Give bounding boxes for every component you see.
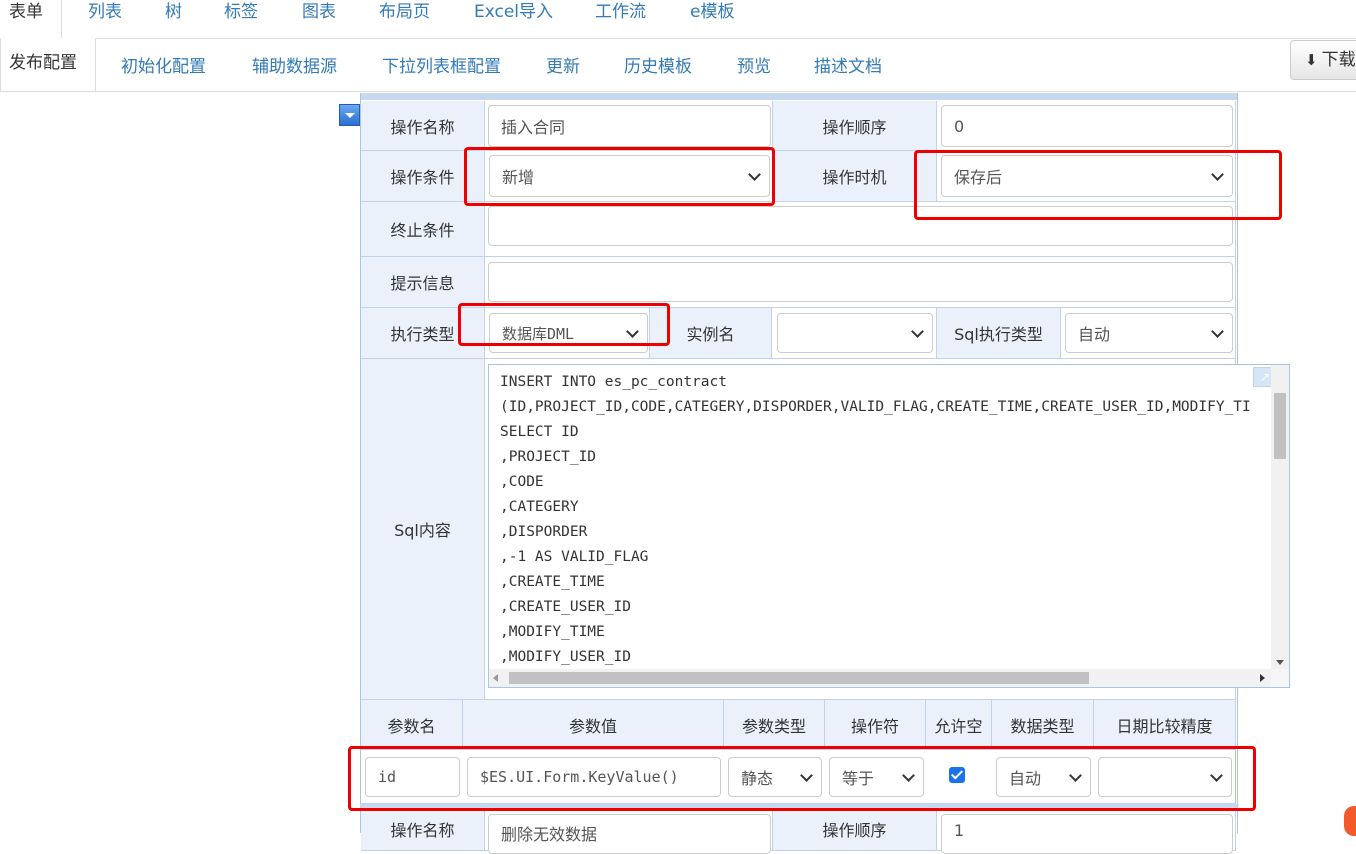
sql-line: ,CREATE_TIME [500,574,605,590]
horizontal-scrollbar[interactable] [489,669,1271,687]
param-value-header: 参数值 [463,700,724,750]
op-name-label: 操作名称 [361,101,485,151]
download-icon: ⬇ [1305,51,1318,69]
form-top-border [361,93,1237,100]
tab-excel-import[interactable]: Excel导入 [474,0,553,26]
highlight-exec-type [458,303,670,346]
scroll-down-icon[interactable] [1276,660,1284,665]
operator-header: 操作符 [825,700,926,750]
next-op-name-label: 操作名称 [361,811,485,851]
tab-chart[interactable]: 图表 [302,0,336,26]
sql-line: SELECT ID [500,424,579,440]
sql-line: ,MODIFY_TIME [500,624,605,640]
vertical-scrollbar[interactable] [1271,365,1289,669]
tab-preview[interactable]: 预览 [737,52,771,77]
instance-select[interactable] [777,313,933,353]
sql-line: ,CREATE_USER_ID [500,599,631,615]
sql-exec-type-label: Sql执行类型 [937,308,1061,359]
tab-publish-config[interactable]: 发布配置 [0,38,96,91]
sql-line: ,PROJECT_ID [500,449,597,465]
tab-history-template[interactable]: 历史模板 [624,52,692,77]
tab-e-template[interactable]: e模板 [690,0,734,26]
tab-list[interactable]: 列表 [88,0,122,26]
op-timing-label: 操作时机 [773,151,937,202]
scroll-right-icon[interactable] [1260,674,1265,682]
sql-content-label: Sql内容 [361,359,485,700]
hint-input[interactable] [488,262,1233,302]
sql-line: ,CODE [500,474,544,490]
sql-line: ,-1 AS VALID_FLAG [500,549,649,565]
download-label: 下载 [1321,50,1356,70]
op-order-input[interactable]: 0 [941,105,1233,147]
tab-update[interactable]: 更新 [546,52,580,77]
op-name-input[interactable]: 插入合同 [488,105,771,147]
top-tab-bar: 表单 列表 树 标签 图表 布局页 Excel导入 工作流 e模板 [0,0,1356,39]
next-op-name-input[interactable]: 删除无效数据 [488,814,771,854]
tab-aux-datasource[interactable]: 辅助数据源 [252,52,337,77]
op-order-label: 操作顺序 [773,101,937,151]
horizontal-scroll-thumb[interactable] [509,672,1089,684]
sql-editor[interactable]: INSERT INTO es_pc_contract (ID,PROJECT_I… [488,364,1290,688]
data-type-header: 数据类型 [992,700,1094,750]
next-op-order-input[interactable]: 1 [941,814,1233,854]
highlight-op-condition [464,147,775,206]
param-type-header: 参数类型 [724,700,825,750]
allow-null-header: 允许空 [926,700,992,750]
tab-layout-page[interactable]: 布局页 [379,0,430,26]
highlight-param-row [348,746,1256,811]
tab-description-doc[interactable]: 描述文档 [814,52,882,77]
tab-tree[interactable]: 树 [165,0,182,26]
tab-form[interactable]: 表单 [0,0,62,38]
tab-init-config[interactable]: 初始化配置 [121,52,206,77]
sql-line: ,DISPORDER [500,524,588,540]
hint-label: 提示信息 [361,257,485,308]
highlight-op-timing [914,150,1282,220]
next-op-order-label: 操作顺序 [773,811,937,851]
resize-handle-icon[interactable] [1271,669,1289,687]
sql-exec-type-select[interactable]: 自动 [1065,313,1233,353]
sub-tab-bar: 发布配置 初始化配置 辅助数据源 下拉列表框配置 更新 历史模板 预览 描述文档 [0,38,1356,92]
sql-line: (ID,PROJECT_ID,CODE,CATEGERY,DISPORDER,V… [500,399,1251,415]
tab-dropdown-config[interactable]: 下拉列表框配置 [382,52,501,77]
scroll-left-icon[interactable] [493,674,498,682]
sql-line: INSERT INTO es_pc_contract [500,374,727,390]
download-button[interactable]: ⬇ 下载 [1290,40,1356,80]
stop-condition-label: 终止条件 [361,202,485,257]
side-widget-icon[interactable] [1344,806,1356,836]
date-precision-header: 日期比较精度 [1094,700,1236,750]
vertical-scroll-thumb[interactable] [1274,393,1286,459]
tab-labels[interactable]: 标签 [224,0,258,26]
collapse-toggle-icon[interactable] [339,104,360,126]
sql-line: ,MODIFY_USER_ID [500,649,631,665]
param-name-header: 参数名 [361,700,463,750]
tab-workflow[interactable]: 工作流 [595,0,646,26]
sql-line: ,CATEGERY [500,499,579,515]
